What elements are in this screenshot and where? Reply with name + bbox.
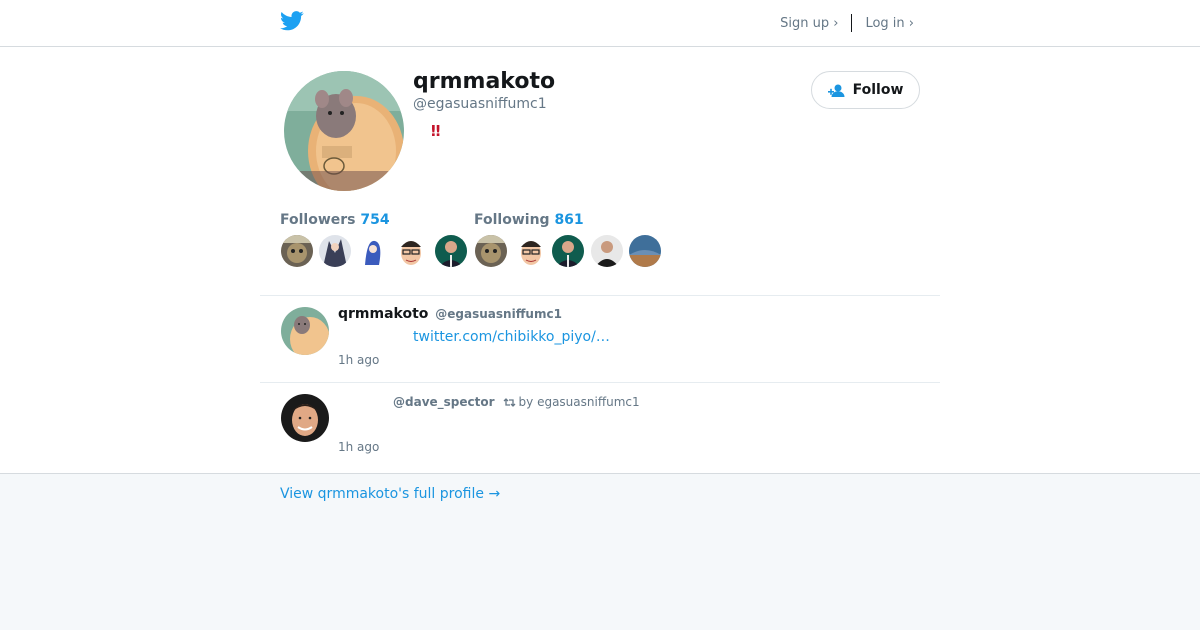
following-avatar[interactable] bbox=[629, 235, 661, 267]
retweet-info: @dave_spector by egasuasniffumc1 bbox=[393, 395, 640, 409]
following-avatar[interactable] bbox=[552, 235, 584, 267]
tweet-item[interactable]: qrmmakoto @egasuasniffumc1 twitter.com/c… bbox=[260, 296, 940, 382]
following-avatar[interactable] bbox=[515, 235, 547, 267]
followers-count: 754 bbox=[360, 212, 390, 228]
follow-button[interactable]: Follow bbox=[811, 71, 920, 109]
add-user-icon bbox=[827, 84, 845, 97]
tweet-avatar[interactable] bbox=[281, 394, 329, 442]
retweet-icon bbox=[503, 397, 515, 407]
twitter-bird-icon[interactable] bbox=[280, 11, 304, 31]
followers-stat[interactable]: Followers 754 bbox=[280, 212, 390, 228]
follower-avatar[interactable] bbox=[395, 235, 427, 267]
mention-link[interactable]: @dave_spector bbox=[393, 395, 495, 409]
tweet-avatar[interactable] bbox=[281, 307, 329, 355]
chinchilla-photo bbox=[284, 71, 404, 191]
retweet-by: by egasuasniffumc1 bbox=[518, 395, 640, 409]
top-bar: Sign up › Log in › bbox=[0, 0, 1200, 47]
full-profile-link[interactable]: View qrmmakoto's full profile → bbox=[280, 486, 500, 502]
profile-name: qrmmakoto bbox=[413, 69, 556, 94]
followers-label: Followers bbox=[280, 212, 356, 228]
tweet-item[interactable]: @dave_spector by egasuasniffumc1 1h ago bbox=[260, 383, 940, 473]
profile-card: qrmmakoto @egasuasniffumc1 ‼ Follow Foll… bbox=[0, 47, 1200, 474]
profile-avatar[interactable] bbox=[284, 71, 404, 191]
follower-avatar[interactable] bbox=[319, 235, 351, 267]
follower-avatar[interactable] bbox=[435, 235, 467, 267]
signup-link[interactable]: Sign up › bbox=[780, 16, 838, 31]
following-stat[interactable]: Following 861 bbox=[474, 212, 584, 228]
follower-avatar[interactable] bbox=[281, 235, 313, 267]
following-count: 861 bbox=[554, 212, 584, 228]
tweet-link[interactable]: twitter.com/chibikko_piyo/… bbox=[413, 329, 610, 345]
following-label: Following bbox=[474, 212, 550, 228]
tweet-time[interactable]: 1h ago bbox=[338, 440, 379, 454]
following-avatar[interactable] bbox=[475, 235, 507, 267]
follower-avatar[interactable] bbox=[357, 235, 389, 267]
tweet-author-name: qrmmakoto bbox=[338, 306, 429, 322]
login-link[interactable]: Log in › bbox=[865, 16, 914, 31]
tweet-author[interactable]: qrmmakoto @egasuasniffumc1 bbox=[338, 306, 562, 322]
profile-handle: @egasuasniffumc1 bbox=[413, 96, 547, 112]
following-avatar[interactable] bbox=[591, 235, 623, 267]
tweet-time[interactable]: 1h ago bbox=[338, 353, 379, 367]
tweet-author-handle: @egasuasniffumc1 bbox=[435, 307, 562, 321]
profile-bio: ‼ bbox=[431, 122, 441, 140]
top-nav: Sign up › Log in › bbox=[780, 14, 914, 32]
follow-label: Follow bbox=[852, 82, 904, 98]
nav-divider bbox=[851, 14, 853, 32]
